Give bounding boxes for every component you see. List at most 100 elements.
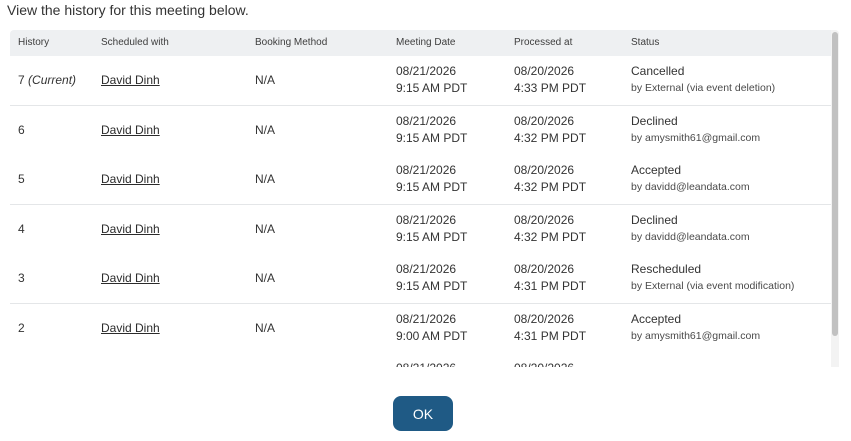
history-cell: 4 xyxy=(18,221,25,238)
column-header-status: Status xyxy=(631,37,660,48)
status-cell: Declined by amysmith61@gmail.com xyxy=(631,113,760,147)
meeting-date: 08/21/2026 xyxy=(396,113,457,128)
scheduled-with-cell: David Dinh xyxy=(101,221,160,238)
processed-time: 4:33 PM PDT xyxy=(514,81,587,95)
table-row: 08/21/2026 08/20/2026 xyxy=(10,353,831,367)
meeting-date-cell: 08/21/2026 9:15 AM PDT xyxy=(396,113,467,147)
scheduled-with-cell: David Dinh xyxy=(101,122,160,139)
status-by: by amysmith61@gmail.com xyxy=(631,131,761,144)
scrollbar-thumb[interactable] xyxy=(832,32,838,336)
processed-date: 08/20/2026 xyxy=(514,64,575,78)
scheduled-with-link[interactable]: David Dinh xyxy=(101,271,160,285)
table-row: 2 David Dinh N/A 08/21/2026 9:00 AM PDT 08/2… xyxy=(10,303,831,354)
column-header-processed-at: Processed at xyxy=(514,37,573,48)
history-number: 6 xyxy=(18,122,25,137)
scheduled-with-link[interactable]: David Dinh xyxy=(101,222,160,236)
scheduled-with-cell: David Dinh xyxy=(101,320,160,337)
history-table: History Scheduled with Booking Method Me… xyxy=(10,30,839,367)
history-number: 3 xyxy=(18,271,25,285)
meeting-date: 08/21/2026 xyxy=(396,360,456,367)
status-value: Accepted xyxy=(631,311,682,326)
processed-date: 08/20/2026 xyxy=(514,113,575,128)
booking-method-cell: N/A xyxy=(255,172,276,186)
processed-date: 08/20/2026 xyxy=(514,311,575,326)
processed-time: 4:32 PM PDT xyxy=(514,229,587,244)
column-header-booking-method: Booking Method xyxy=(255,37,328,48)
table-row: 4 David Dinh N/A 08/21/2026 9:15 AM PDT 08/2… xyxy=(10,204,831,255)
scheduled-with-cell: David Dinh xyxy=(101,72,160,89)
processed-at-cell: 08/20/2026 4:31 PM PDT xyxy=(514,311,586,345)
meeting-date-cell: 08/21/2026 9:15 AM PDT xyxy=(396,63,467,97)
processed-at-cell: 08/20/2026 xyxy=(514,360,574,367)
meeting-date-cell: 08/21/2026 9:15 AM PDT xyxy=(396,212,467,246)
scheduled-with-cell: David Dinh xyxy=(101,171,160,188)
meeting-time: 9:15 AM PDT xyxy=(396,81,468,95)
table-header: History Scheduled with Booking Method Me… xyxy=(10,30,839,56)
meeting-date: 08/21/2026 xyxy=(396,262,457,276)
status-cell: Declined by davidd@leandata.com xyxy=(631,212,750,246)
meeting-date-cell: 08/21/2026 9:00 AM PDT xyxy=(396,311,467,345)
intro-text: View the history for this meeting below. xyxy=(7,2,249,18)
processed-at-cell: 08/20/2026 4:32 PM PDT xyxy=(514,162,586,196)
processed-time: 4:31 PM PDT xyxy=(514,279,587,293)
status-value: Declined xyxy=(631,212,678,227)
meeting-time: 9:15 AM PDT xyxy=(396,279,468,293)
history-number: 2 xyxy=(18,320,25,335)
history-number: 4 xyxy=(18,221,25,236)
booking-method-cell: N/A xyxy=(255,320,276,335)
history-number: 7 xyxy=(18,73,25,87)
history-cell: 6 xyxy=(18,122,25,139)
status-value: Cancelled xyxy=(631,64,685,78)
meeting-date-cell: 08/21/2026 xyxy=(396,360,456,367)
status-value: Rescheduled xyxy=(631,262,702,276)
table-row: 5 David Dinh N/A 08/21/2026 9:15 AM PDT 08/2… xyxy=(10,155,831,205)
history-cell: 2 xyxy=(18,320,25,337)
column-header-meeting-date: Meeting Date xyxy=(396,37,456,48)
processed-date: 08/20/2026 xyxy=(514,360,574,367)
meeting-date-cell: 08/21/2026 9:15 AM PDT xyxy=(396,261,467,295)
meeting-date: 08/21/2026 xyxy=(396,163,457,177)
processed-date: 08/20/2026 xyxy=(514,163,575,177)
scheduled-with-link[interactable]: David Dinh xyxy=(101,321,160,335)
meeting-date: 08/21/2026 xyxy=(396,64,457,78)
status-cell: Rescheduled by External (via event modifi… xyxy=(631,261,794,295)
status-by: by External (via event modification) xyxy=(631,280,795,292)
booking-method-cell: N/A xyxy=(255,122,276,137)
meeting-date: 08/21/2026 xyxy=(396,212,457,227)
meeting-time: 9:15 AM PDT xyxy=(396,229,468,244)
processed-date: 08/20/2026 xyxy=(514,262,575,276)
column-header-scheduled-with: Scheduled with xyxy=(101,37,169,48)
meeting-time: 9:15 AM PDT xyxy=(396,130,468,145)
processed-at-cell: 08/20/2026 4:31 PM PDT xyxy=(514,261,586,295)
table-scrollbar[interactable] xyxy=(831,30,839,367)
meeting-time: 9:00 AM PDT xyxy=(396,328,468,343)
table-row: 3 David Dinh N/A 08/21/2026 9:15 AM PDT 08/2… xyxy=(10,254,831,304)
processed-date: 08/20/2026 xyxy=(514,212,575,227)
meeting-date-cell: 08/21/2026 9:15 AM PDT xyxy=(396,162,467,196)
table-row: 6 David Dinh N/A 08/21/2026 9:15 AM PDT 08/2… xyxy=(10,105,831,156)
processed-time: 4:32 PM PDT xyxy=(514,130,587,145)
processed-at-cell: 08/20/2026 4:33 PM PDT xyxy=(514,63,586,97)
status-value: Accepted xyxy=(631,163,682,177)
ok-button[interactable]: OK xyxy=(393,396,453,431)
status-cell: Cancelled by External (via event deletion… xyxy=(631,63,775,97)
booking-method-cell: N/A xyxy=(255,73,276,87)
processed-time: 4:32 PM PDT xyxy=(514,180,587,194)
status-by: by External (via event deletion) xyxy=(631,82,776,94)
history-cell: 7 (Current) xyxy=(18,72,76,89)
status-cell: Accepted by amysmith61@gmail.com xyxy=(631,311,760,345)
processed-time: 4:31 PM PDT xyxy=(514,328,587,343)
meeting-date: 08/21/2026 xyxy=(396,311,457,326)
booking-method-cell: N/A xyxy=(255,271,276,285)
scheduled-with-link[interactable]: David Dinh xyxy=(101,172,160,186)
history-cell: 5 xyxy=(18,171,25,188)
scheduled-with-link[interactable]: David Dinh xyxy=(101,123,160,137)
status-by: by amysmith61@gmail.com xyxy=(631,329,761,342)
status-by: by davidd@leandata.com xyxy=(631,230,750,243)
column-header-history: History xyxy=(18,37,50,48)
table-row: 7 (Current) David Dinh N/A 08/21/2026 9:15 A… xyxy=(10,56,831,106)
status-cell: Accepted by davidd@leandata.com xyxy=(631,162,750,196)
meeting-time: 9:15 AM PDT xyxy=(396,180,468,194)
scheduled-with-link[interactable]: David Dinh xyxy=(101,73,160,87)
scheduled-with-cell: David Dinh xyxy=(101,270,160,287)
